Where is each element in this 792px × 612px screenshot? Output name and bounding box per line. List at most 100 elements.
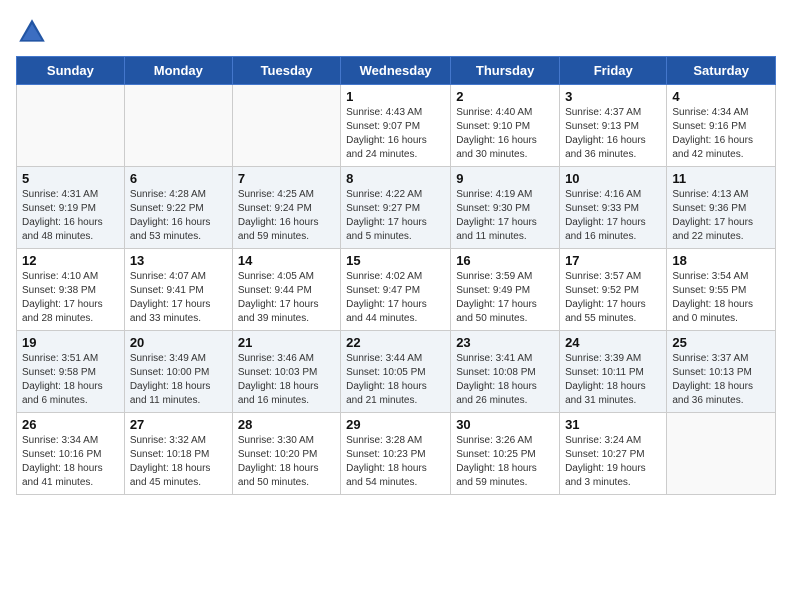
cell-info: Sunrise: 4:07 AM Sunset: 9:41 PM Dayligh… xyxy=(130,270,227,326)
cell-info: Sunrise: 3:54 AM Sunset: 9:55 PM Dayligh… xyxy=(672,270,770,326)
calendar-cell: 18 Sunrise: 3:54 AM Sunset: 9:55 PM Dayli… xyxy=(667,249,776,331)
calendar-cell: 3 Sunrise: 4:37 AM Sunset: 9:13 PM Daylig… xyxy=(560,85,667,167)
calendar-cell: 15 Sunrise: 4:02 AM Sunset: 9:47 PM Dayli… xyxy=(341,249,451,331)
calendar-cell xyxy=(17,85,125,167)
calendar-cell: 29 Sunrise: 3:28 AM Sunset: 10:23 PM Dayl… xyxy=(341,413,451,495)
day-of-week-header: Monday xyxy=(124,57,232,85)
day-number: 20 xyxy=(130,335,227,350)
calendar-cell xyxy=(124,85,232,167)
calendar-cell: 10 Sunrise: 4:16 AM Sunset: 9:33 PM Dayli… xyxy=(560,167,667,249)
calendar-table: SundayMondayTuesdayWednesdayThursdayFrid… xyxy=(16,56,776,495)
cell-info: Sunrise: 3:41 AM Sunset: 10:08 PM Daylig… xyxy=(456,352,554,408)
day-number: 3 xyxy=(565,89,661,104)
calendar-header-row: SundayMondayTuesdayWednesdayThursdayFrid… xyxy=(17,57,776,85)
calendar-cell: 5 Sunrise: 4:31 AM Sunset: 9:19 PM Daylig… xyxy=(17,167,125,249)
cell-info: Sunrise: 4:31 AM Sunset: 9:19 PM Dayligh… xyxy=(22,188,119,244)
day-number: 16 xyxy=(456,253,554,268)
day-number: 5 xyxy=(22,171,119,186)
calendar-cell xyxy=(232,85,340,167)
calendar-week-row: 26Sunrise: 3:34 AM Sunset: 10:16 PM Dayl… xyxy=(17,413,776,495)
day-of-week-header: Sunday xyxy=(17,57,125,85)
calendar-cell: 13 Sunrise: 4:07 AM Sunset: 9:41 PM Dayli… xyxy=(124,249,232,331)
calendar-cell: 26Sunrise: 3:34 AM Sunset: 10:16 PM Dayl… xyxy=(17,413,125,495)
day-number: 14 xyxy=(238,253,335,268)
calendar-cell: 14 Sunrise: 4:05 AM Sunset: 9:44 PM Dayli… xyxy=(232,249,340,331)
day-number: 8 xyxy=(346,171,445,186)
day-number: 10 xyxy=(565,171,661,186)
calendar-cell: 1 Sunrise: 4:43 AM Sunset: 9:07 PM Daylig… xyxy=(341,85,451,167)
calendar-cell: 20 Sunrise: 3:49 AM Sunset: 10:00 PM Dayl… xyxy=(124,331,232,413)
cell-info: Sunrise: 3:39 AM Sunset: 10:11 PM Daylig… xyxy=(565,352,661,408)
day-number: 25 xyxy=(672,335,770,350)
cell-info: Sunrise: 3:34 AM Sunset: 10:16 PM Daylig… xyxy=(22,434,119,490)
day-number: 11 xyxy=(672,171,770,186)
calendar-week-row: 5 Sunrise: 4:31 AM Sunset: 9:19 PM Daylig… xyxy=(17,167,776,249)
day-of-week-header: Thursday xyxy=(451,57,560,85)
day-of-week-header: Friday xyxy=(560,57,667,85)
calendar-cell: 7Sunrise: 4:25 AM Sunset: 9:24 PM Daylig… xyxy=(232,167,340,249)
cell-info: Sunrise: 4:16 AM Sunset: 9:33 PM Dayligh… xyxy=(565,188,661,244)
day-number: 29 xyxy=(346,417,445,432)
cell-info: Sunrise: 3:46 AM Sunset: 10:03 PM Daylig… xyxy=(238,352,335,408)
cell-info: Sunrise: 4:43 AM Sunset: 9:07 PM Dayligh… xyxy=(346,106,445,162)
calendar-week-row: 12 Sunrise: 4:10 AM Sunset: 9:38 PM Dayli… xyxy=(17,249,776,331)
calendar-cell: 22 Sunrise: 3:44 AM Sunset: 10:05 PM Dayl… xyxy=(341,331,451,413)
calendar-cell: 27Sunrise: 3:32 AM Sunset: 10:18 PM Dayl… xyxy=(124,413,232,495)
cell-info: Sunrise: 3:57 AM Sunset: 9:52 PM Dayligh… xyxy=(565,270,661,326)
day-number: 22 xyxy=(346,335,445,350)
cell-info: Sunrise: 4:13 AM Sunset: 9:36 PM Dayligh… xyxy=(672,188,770,244)
page-header xyxy=(16,16,776,48)
cell-info: Sunrise: 4:40 AM Sunset: 9:10 PM Dayligh… xyxy=(456,106,554,162)
day-number: 9 xyxy=(456,171,554,186)
cell-info: Sunrise: 4:19 AM Sunset: 9:30 PM Dayligh… xyxy=(456,188,554,244)
cell-info: Sunrise: 4:37 AM Sunset: 9:13 PM Dayligh… xyxy=(565,106,661,162)
cell-info: Sunrise: 3:28 AM Sunset: 10:23 PM Daylig… xyxy=(346,434,445,490)
cell-info: Sunrise: 4:28 AM Sunset: 9:22 PM Dayligh… xyxy=(130,188,227,244)
calendar-week-row: 19Sunrise: 3:51 AM Sunset: 9:58 PM Dayli… xyxy=(17,331,776,413)
day-number: 15 xyxy=(346,253,445,268)
day-number: 23 xyxy=(456,335,554,350)
calendar-cell: 2 Sunrise: 4:40 AM Sunset: 9:10 PM Daylig… xyxy=(451,85,560,167)
day-number: 30 xyxy=(456,417,554,432)
day-number: 6 xyxy=(130,171,227,186)
day-of-week-header: Wednesday xyxy=(341,57,451,85)
day-number: 21 xyxy=(238,335,335,350)
day-number: 1 xyxy=(346,89,445,104)
cell-info: Sunrise: 3:44 AM Sunset: 10:05 PM Daylig… xyxy=(346,352,445,408)
cell-info: Sunrise: 4:34 AM Sunset: 9:16 PM Dayligh… xyxy=(672,106,770,162)
logo-icon xyxy=(16,16,48,48)
calendar-cell: 6 Sunrise: 4:28 AM Sunset: 9:22 PM Daylig… xyxy=(124,167,232,249)
day-number: 18 xyxy=(672,253,770,268)
day-number: 31 xyxy=(565,417,661,432)
cell-info: Sunrise: 3:49 AM Sunset: 10:00 PM Daylig… xyxy=(130,352,227,408)
calendar-cell xyxy=(667,413,776,495)
calendar-cell: 31 Sunrise: 3:24 AM Sunset: 10:27 PM Dayl… xyxy=(560,413,667,495)
day-of-week-header: Saturday xyxy=(667,57,776,85)
day-number: 28 xyxy=(238,417,335,432)
cell-info: Sunrise: 4:05 AM Sunset: 9:44 PM Dayligh… xyxy=(238,270,335,326)
calendar-cell: 25 Sunrise: 3:37 AM Sunset: 10:13 PM Dayl… xyxy=(667,331,776,413)
calendar-week-row: 1 Sunrise: 4:43 AM Sunset: 9:07 PM Daylig… xyxy=(17,85,776,167)
cell-info: Sunrise: 3:24 AM Sunset: 10:27 PM Daylig… xyxy=(565,434,661,490)
day-number: 27 xyxy=(130,417,227,432)
cell-info: Sunrise: 3:59 AM Sunset: 9:49 PM Dayligh… xyxy=(456,270,554,326)
calendar-cell: 8 Sunrise: 4:22 AM Sunset: 9:27 PM Daylig… xyxy=(341,167,451,249)
cell-info: Sunrise: 4:02 AM Sunset: 9:47 PM Dayligh… xyxy=(346,270,445,326)
calendar-cell: 11 Sunrise: 4:13 AM Sunset: 9:36 PM Dayli… xyxy=(667,167,776,249)
calendar-cell: 19Sunrise: 3:51 AM Sunset: 9:58 PM Dayli… xyxy=(17,331,125,413)
cell-info: Sunrise: 3:37 AM Sunset: 10:13 PM Daylig… xyxy=(672,352,770,408)
day-number: 4 xyxy=(672,89,770,104)
cell-info: Sunrise: 3:51 AM Sunset: 9:58 PM Dayligh… xyxy=(22,352,119,408)
calendar-cell: 17 Sunrise: 3:57 AM Sunset: 9:52 PM Dayli… xyxy=(560,249,667,331)
calendar-cell: 16 Sunrise: 3:59 AM Sunset: 9:49 PM Dayli… xyxy=(451,249,560,331)
cell-info: Sunrise: 4:22 AM Sunset: 9:27 PM Dayligh… xyxy=(346,188,445,244)
day-number: 2 xyxy=(456,89,554,104)
day-number: 13 xyxy=(130,253,227,268)
cell-info: Sunrise: 3:30 AM Sunset: 10:20 PM Daylig… xyxy=(238,434,335,490)
day-number: 17 xyxy=(565,253,661,268)
calendar-cell: 30Sunrise: 3:26 AM Sunset: 10:25 PM Dayl… xyxy=(451,413,560,495)
day-number: 12 xyxy=(22,253,119,268)
logo xyxy=(16,16,52,48)
cell-info: Sunrise: 4:10 AM Sunset: 9:38 PM Dayligh… xyxy=(22,270,119,326)
day-number: 24 xyxy=(565,335,661,350)
